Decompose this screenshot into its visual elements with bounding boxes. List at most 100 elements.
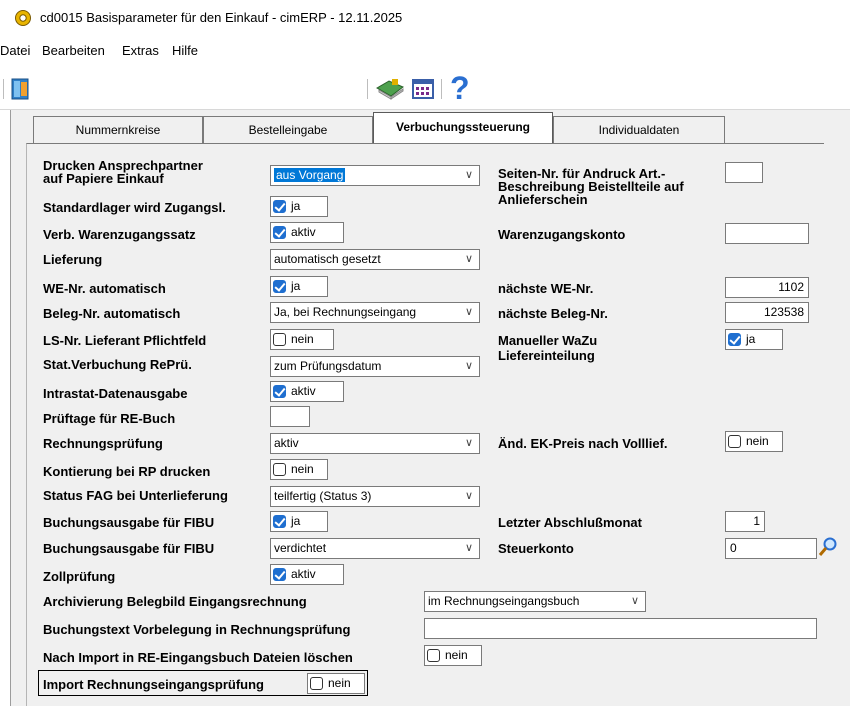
- steuerkonto-input[interactable]: 0: [725, 538, 817, 559]
- rechnungspruefung-label: Rechnungsprüfung: [43, 436, 163, 451]
- steuerkonto-label: Steuerkonto: [498, 541, 574, 556]
- buchungsausgabe1-checkbox[interactable]: ja: [270, 511, 328, 532]
- import-rep-checkbox[interactable]: nein: [307, 673, 365, 694]
- checkbox-checked-icon: [273, 568, 286, 581]
- checkbox-checked-icon: [728, 333, 741, 346]
- chevron-down-icon: ∨: [464, 306, 473, 318]
- stat-verbuchung-select[interactable]: zum Prüfungsdatum ∨: [270, 356, 480, 377]
- drucken-label: Drucken Ansprechpartner auf Papiere Eink…: [43, 158, 203, 186]
- menu-extras[interactable]: Extras: [122, 43, 159, 58]
- exit-door-icon[interactable]: [10, 78, 32, 100]
- help-icon[interactable]: ?: [450, 70, 470, 106]
- kontierung-checkbox[interactable]: nein: [270, 459, 328, 480]
- menu-bar: Datei Bearbeiten Extras Hilfe: [0, 40, 850, 62]
- we-nr-auto-value: ja: [291, 279, 301, 293]
- naechste-beleg-input[interactable]: 123538: [725, 302, 809, 323]
- toolbar-separator: [367, 79, 369, 99]
- chevron-down-icon: ∨: [464, 437, 473, 449]
- verb-warenzugang-value: aktiv: [291, 225, 316, 239]
- title-bar: cd0015 Basisparameter für den Einkauf - …: [0, 0, 850, 36]
- lieferung-label: Lieferung: [43, 252, 103, 267]
- chevron-down-icon: ∨: [464, 169, 473, 181]
- zollpruefung-checkbox[interactable]: aktiv: [270, 564, 344, 585]
- tab-nummernkreise[interactable]: Nummernkreise: [33, 116, 203, 143]
- archivierung-value: im Rechnungseingangsbuch: [428, 594, 580, 608]
- buchungsausgabe2-select[interactable]: verdichtet ∨: [270, 538, 480, 559]
- buchungsausgabe2-label: Buchungsausgabe für FIBU: [43, 541, 215, 556]
- nach-import-checkbox[interactable]: nein: [424, 645, 482, 666]
- import-rep-value: nein: [328, 676, 351, 690]
- window-title: cd0015 Basisparameter für den Einkauf - …: [40, 10, 403, 25]
- tab-bestelleingabe[interactable]: Bestelleingabe: [203, 116, 373, 143]
- drucken-select[interactable]: aus Vorgang ∨: [270, 165, 480, 186]
- warenzugangskonto-label: Warenzugangskonto: [498, 227, 626, 242]
- aend-ek-preis-value: nein: [746, 434, 769, 448]
- manueller-wazu-checkbox[interactable]: ja: [725, 329, 783, 350]
- intrastat-checkbox[interactable]: aktiv: [270, 381, 344, 402]
- intrastat-label: Intrastat-Datenausgabe: [43, 386, 188, 401]
- naechste-beleg-label: nächste Beleg-Nr.: [498, 306, 608, 321]
- prueftage-label: Prüftage für RE-Buch: [43, 411, 176, 426]
- beleg-nr-auto-select[interactable]: Ja, bei Rechnungseingang ∨: [270, 302, 480, 323]
- toolbar-separator: [441, 79, 443, 99]
- menu-hilfe[interactable]: Hilfe: [172, 43, 198, 58]
- gear-icon: [15, 10, 31, 26]
- status-fag-select[interactable]: teilfertig (Status 3) ∨: [270, 486, 480, 507]
- nach-import-label: Nach Import in RE-Eingangsbuch Dateien l…: [43, 650, 353, 665]
- tab-verbuchungssteuerung[interactable]: Verbuchungssteuerung: [373, 112, 553, 143]
- kontierung-label: Kontierung bei RP drucken: [43, 464, 211, 479]
- rechnungspruefung-value: aktiv: [274, 436, 299, 450]
- manueller-wazu-label: Manueller WaZu Liefereinteilung: [498, 333, 598, 363]
- checkbox-unchecked-icon: [273, 463, 286, 476]
- standardlager-checkbox[interactable]: ja: [270, 196, 328, 217]
- intrastat-value: aktiv: [291, 384, 316, 398]
- warenzugangskonto-input[interactable]: [725, 223, 809, 244]
- checkbox-checked-icon: [273, 515, 286, 528]
- naechste-we-label: nächste WE-Nr.: [498, 281, 594, 296]
- zollpruefung-value: aktiv: [291, 567, 316, 581]
- stat-verbuchung-label: Stat.Verbuchung RePrü.: [43, 357, 192, 372]
- aend-ek-preis-label: Änd. EK-Preis nach Volllief.: [498, 436, 668, 451]
- manueller-wazu-value: ja: [746, 332, 756, 346]
- zollpruefung-label: Zollprüfung: [43, 569, 116, 584]
- prueftage-input[interactable]: [270, 406, 310, 427]
- letzter-abschluss-input[interactable]: 1: [725, 511, 765, 532]
- lieferung-select[interactable]: automatisch gesetzt ∨: [270, 249, 480, 270]
- nach-import-value: nein: [445, 648, 468, 662]
- checkbox-checked-icon: [273, 280, 286, 293]
- buchungsausgabe1-label: Buchungsausgabe für FIBU: [43, 515, 215, 530]
- grid-icon[interactable]: [412, 79, 434, 99]
- lieferung-value: automatisch gesetzt: [274, 252, 381, 266]
- archivierung-select[interactable]: im Rechnungseingangsbuch ∨: [424, 591, 646, 612]
- ls-nr-checkbox[interactable]: nein: [270, 329, 334, 350]
- checkbox-unchecked-icon: [310, 677, 323, 690]
- checkbox-checked-icon: [273, 200, 286, 213]
- standardlager-label: Standardlager wird Zugangsl.: [43, 200, 226, 215]
- verb-warenzugang-checkbox[interactable]: aktiv: [270, 222, 344, 243]
- we-nr-auto-label: WE-Nr. automatisch: [43, 281, 166, 296]
- buchungsausgabe1-value: ja: [291, 514, 301, 528]
- rechnungspruefung-select[interactable]: aktiv ∨: [270, 433, 480, 454]
- checkbox-unchecked-icon: [427, 649, 440, 662]
- naechste-we-input[interactable]: 1102: [725, 277, 809, 298]
- checkbox-checked-icon: [273, 385, 286, 398]
- buchungsausgabe2-value: verdichtet: [274, 541, 327, 555]
- letzter-abschluss-label: Letzter Abschlußmonat: [498, 515, 642, 530]
- checkbox-unchecked-icon: [728, 435, 741, 448]
- we-nr-auto-checkbox[interactable]: ja: [270, 276, 328, 297]
- buchungstext-input[interactable]: [424, 618, 817, 639]
- archivierung-label: Archivierung Belegbild Eingangsrechnung: [43, 594, 307, 609]
- seiten-nr-label: Seiten-Nr. für Andruck Art.- Beschreibun…: [498, 166, 684, 207]
- chevron-down-icon: ∨: [464, 253, 473, 265]
- verb-warenzugang-label: Verb. Warenzugangssatz: [43, 227, 196, 242]
- book-icon[interactable]: [375, 78, 405, 100]
- tab-individualdaten[interactable]: Individualdaten: [553, 116, 725, 143]
- menu-bearbeiten[interactable]: Bearbeiten: [42, 43, 105, 58]
- magnifier-icon[interactable]: [818, 536, 838, 558]
- ls-nr-value: nein: [291, 332, 314, 346]
- seiten-nr-input[interactable]: [725, 162, 763, 183]
- aend-ek-preis-checkbox[interactable]: nein: [725, 431, 783, 452]
- kontierung-value: nein: [291, 462, 314, 476]
- status-fag-label: Status FAG bei Unterlieferung: [43, 488, 228, 503]
- menu-datei[interactable]: Datei: [0, 43, 30, 58]
